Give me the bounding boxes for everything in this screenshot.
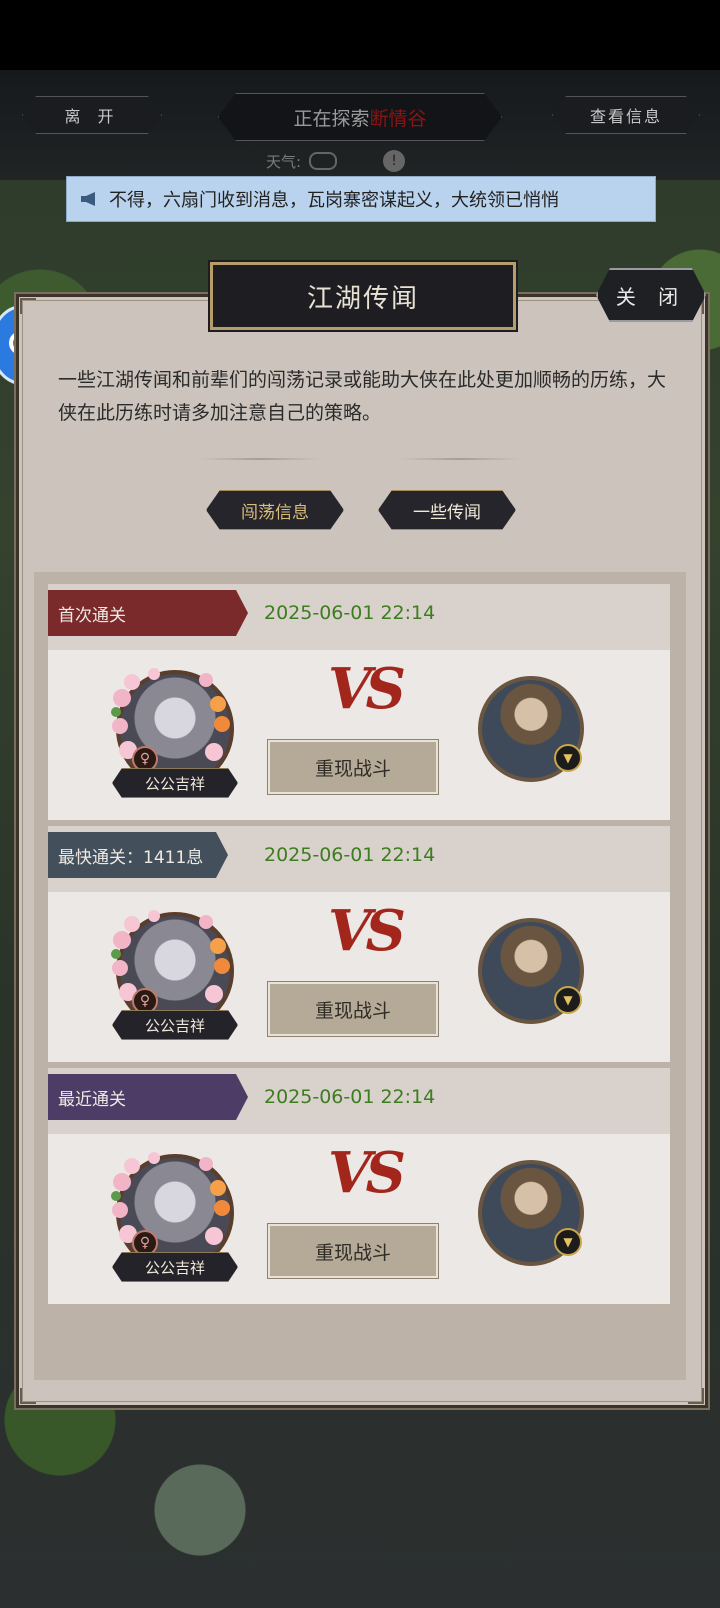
replay-battle-button[interactable]: 重现战斗 xyxy=(268,740,438,794)
panel-description: 一些江湖传闻和前辈们的闯荡记录或能助大侠在此处更加顺畅的历练，大侠在此历练时请多… xyxy=(58,369,667,424)
replay-battle-button[interactable]: 重现战斗 xyxy=(268,1224,438,1278)
record-body: ♀ 公公吉祥 VS 重现战斗 ▼ xyxy=(48,1134,670,1304)
weather-row: 天气: ! xyxy=(266,150,406,172)
record-date: 2025-06-01 22:14 xyxy=(264,602,436,624)
news-ticker: 不得，六扇门收到消息，瓦岗寨密谋起义，大统领已悄悄 xyxy=(66,176,656,222)
record-header: 最快通关：1411息 2025-06-01 22:14 xyxy=(48,826,670,892)
hero-name: 公公吉祥 xyxy=(112,1010,238,1040)
corner-ornament xyxy=(688,1388,704,1404)
record-body: ♀ 公公吉祥 VS 重现战斗 ▼ xyxy=(48,892,670,1062)
replay-battle-button[interactable]: 重现战斗 xyxy=(268,982,438,1036)
view-info-button[interactable]: 查看信息 xyxy=(552,96,700,134)
rank-badge-icon: ▼ xyxy=(554,986,582,1014)
hero-name: 公公吉祥 xyxy=(112,1252,238,1282)
record-header: 最近通关 2025-06-01 22:14 xyxy=(48,1068,670,1134)
vs-icon: VS xyxy=(328,1140,406,1206)
close-button[interactable]: 关 闭 xyxy=(596,268,706,322)
ticker-text: 不得，六扇门收到消息，瓦岗寨密谋起义，大统领已悄悄 xyxy=(109,190,559,211)
record-type-ribbon: 最近通关 xyxy=(48,1074,248,1120)
panel-title: 江湖传闻 xyxy=(210,262,516,330)
record-date: 2025-06-01 22:14 xyxy=(264,844,436,866)
records-list: 首次通关 2025-06-01 22:14 ♀ 公公吉祥 VS 重现战斗 ▼ 最… xyxy=(34,572,686,1380)
record-card: 首次通关 2025-06-01 22:14 ♀ 公公吉祥 VS 重现战斗 ▼ xyxy=(48,584,670,820)
status-bar xyxy=(0,0,720,70)
megaphone-icon xyxy=(79,191,101,207)
record-card: 最快通关：1411息 2025-06-01 22:14 ♀ 公公吉祥 VS 重现… xyxy=(48,826,670,1062)
record-type-ribbon: 首次通关 xyxy=(48,590,248,636)
divider xyxy=(200,458,320,460)
divider xyxy=(400,458,520,460)
tab-rumors[interactable]: 一些传闻 xyxy=(378,490,516,530)
corner-ornament xyxy=(20,1388,36,1404)
leave-button[interactable]: 离 开 xyxy=(22,96,162,134)
rank-badge-icon: ▼ xyxy=(554,744,582,772)
warning-icon[interactable]: ! xyxy=(383,150,406,172)
exploring-prefix: 正在探索 xyxy=(293,107,370,130)
record-body: ♀ 公公吉祥 VS 重现战斗 ▼ xyxy=(48,650,670,820)
weather-label: 天气: xyxy=(266,152,302,171)
record-header: 首次通关 2025-06-01 22:14 xyxy=(48,584,670,650)
rank-badge-icon: ▼ xyxy=(554,1228,582,1256)
location-name: 断情谷 xyxy=(369,107,427,130)
vs-icon: VS xyxy=(328,898,406,964)
record-date: 2025-06-01 22:14 xyxy=(264,1086,436,1108)
corner-ornament xyxy=(20,298,36,314)
record-type-ribbon: 最快通关：1411息 xyxy=(48,832,228,878)
vs-icon: VS xyxy=(328,656,406,722)
tab-adventure-info[interactable]: 闯荡信息 xyxy=(206,490,344,530)
hero-name: 公公吉祥 xyxy=(112,768,238,798)
exploring-title: 正在探索 断情谷 xyxy=(218,93,502,141)
record-card: 最近通关 2025-06-01 22:14 ♀ 公公吉祥 VS 重现战斗 ▼ xyxy=(48,1068,670,1304)
weather-icon xyxy=(309,152,338,170)
